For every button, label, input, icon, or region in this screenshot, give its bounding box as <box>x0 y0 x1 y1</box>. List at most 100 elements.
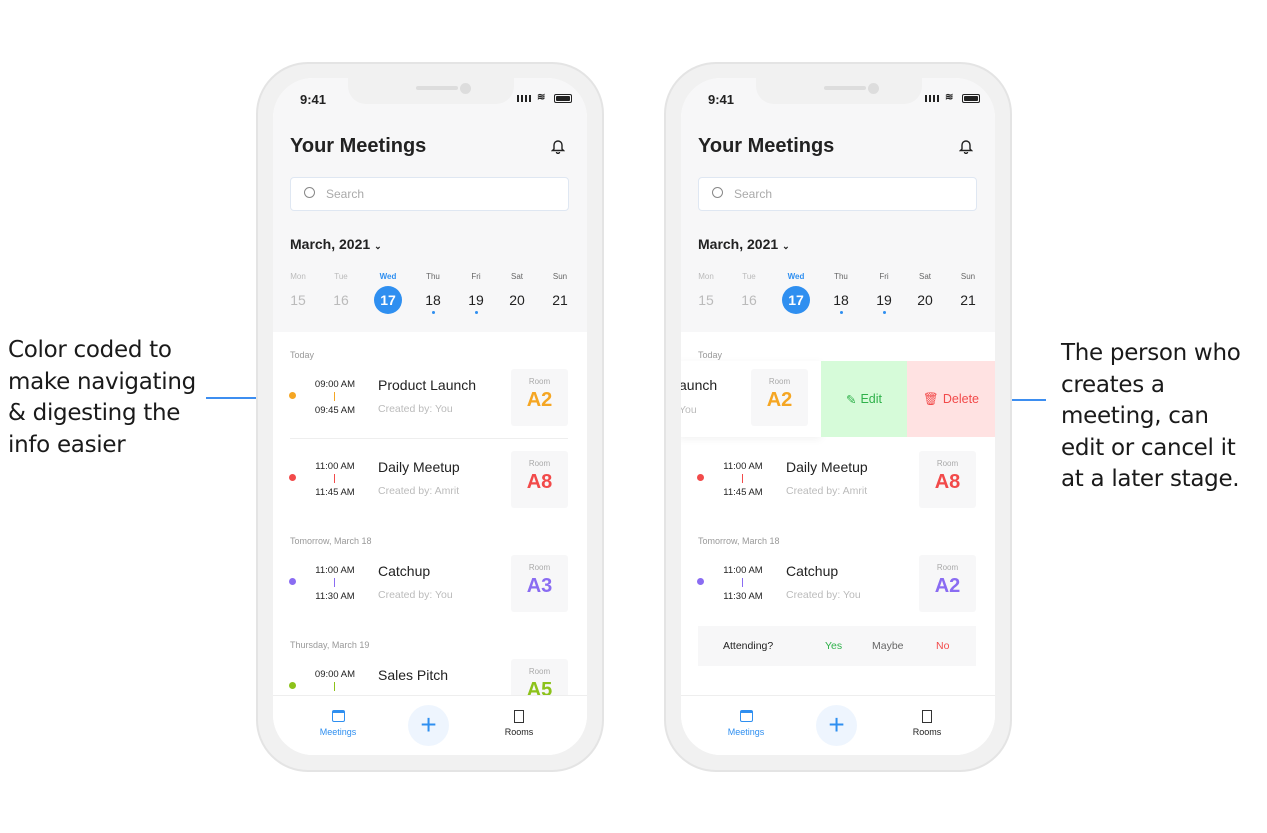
meeting-title[interactable]: Daily Meetup <box>378 459 460 475</box>
annotation-line: creates a <box>1061 371 1165 398</box>
add-meeting-button[interactable]: + <box>816 705 857 746</box>
day-19[interactable]: 19 <box>461 292 491 308</box>
day-20[interactable]: 20 <box>502 292 532 308</box>
annotation-line: edit or cancel it <box>1061 434 1236 461</box>
room-badge[interactable]: Room A2 <box>751 369 808 426</box>
created-by: Created by: Amrit <box>786 485 868 497</box>
room-label: Room <box>528 563 551 572</box>
day-20[interactable]: 20 <box>910 292 940 308</box>
day-16[interactable]: 16 <box>734 292 764 308</box>
day-name: Thu <box>426 272 440 281</box>
meeting-title[interactable]: Sales Pitch <box>378 667 448 683</box>
speaker <box>416 86 458 90</box>
event-dot-icon <box>474 311 478 314</box>
search-placeholder: Search <box>326 187 365 201</box>
phone-right: 9:41 ≋ Your Meetings Search March, 2021 ⌄ Mon 1… <box>664 62 1012 772</box>
meeting-title[interactable]: Catchup <box>786 563 838 579</box>
room-badge[interactable]: Room A2 <box>919 555 976 612</box>
month-selector[interactable]: March, 2021 ⌄ <box>290 236 382 252</box>
time-connector <box>742 578 743 587</box>
yes-button[interactable]: Yes <box>825 640 842 652</box>
page-title: Your Meetings <box>698 135 835 157</box>
maybe-button[interactable]: Maybe <box>872 640 904 652</box>
bottom-nav: Meetings + Rooms <box>681 695 995 755</box>
day-18[interactable]: 18 <box>826 292 856 308</box>
section-tomorrow: Tomorrow, March 18 <box>290 536 372 546</box>
annotation-line: meeting, can <box>1061 403 1209 429</box>
nav-meetings-label: Meetings <box>319 727 357 737</box>
wifi-icon: ≋ <box>537 92 546 103</box>
camera <box>460 83 471 94</box>
no-button[interactable]: No <box>936 640 949 652</box>
room-badge[interactable]: Room A8 <box>511 451 568 508</box>
search-icon <box>304 187 315 198</box>
room-code: A2 <box>526 389 553 411</box>
created-by: Created by: You <box>378 403 453 415</box>
swiped-meeting-card[interactable]: aunch You Room A2 <box>681 361 821 437</box>
day-17[interactable]: 17 <box>781 292 811 308</box>
trash-icon: 🗑 <box>922 391 939 406</box>
month-selector[interactable]: March, 2021 ⌄ <box>698 236 790 252</box>
room-badge[interactable]: Room A3 <box>511 555 568 612</box>
camera <box>868 83 879 94</box>
battery-icon <box>554 94 572 103</box>
nav-meetings[interactable]: Meetings <box>308 710 368 737</box>
meeting-title[interactable]: Catchup <box>378 563 430 579</box>
start-time: 09:00 AM <box>314 379 356 390</box>
room-badge[interactable]: Room A8 <box>919 451 976 508</box>
start-time: 11:00 AM <box>315 461 355 472</box>
speaker <box>824 86 866 90</box>
nav-rooms[interactable]: Rooms <box>489 710 549 737</box>
bell-icon[interactable] <box>958 138 974 159</box>
day-19[interactable]: 19 <box>869 292 899 308</box>
month-label: March, 2021 <box>698 236 779 252</box>
nav-rooms[interactable]: Rooms <box>897 710 957 737</box>
day-18[interactable]: 18 <box>418 292 448 308</box>
room-label: Room <box>528 377 551 386</box>
search-placeholder: Search <box>734 187 773 201</box>
room-badge[interactable]: Room A2 <box>511 369 568 426</box>
plus-icon: + <box>828 709 845 740</box>
edit-button[interactable]: ✎ Edit <box>821 361 907 437</box>
room-label: Room <box>936 563 959 572</box>
day-15[interactable]: 15 <box>691 292 721 308</box>
bell-icon[interactable] <box>550 138 566 159</box>
door-icon <box>922 710 932 723</box>
room-label: Room <box>528 667 551 676</box>
day-16[interactable]: 16 <box>326 292 356 308</box>
section-today: Today <box>290 350 315 360</box>
signal-icon <box>517 95 531 102</box>
meeting-title: aunch <box>681 377 718 393</box>
search-input[interactable]: Search <box>698 177 977 211</box>
screen: 9:41 ≋ Your Meetings Search March, 2021 ⌄ Mon 1… <box>681 78 995 755</box>
page-title: Your Meetings <box>290 135 427 157</box>
room-code: A8 <box>934 471 961 493</box>
day-21[interactable]: 21 <box>545 292 575 308</box>
delete-button[interactable]: 🗑 Delete <box>907 361 995 437</box>
day-17[interactable]: 17 <box>373 292 403 308</box>
time-connector <box>334 392 335 401</box>
annotation-line: at a later stage. <box>1061 466 1240 492</box>
nav-meetings-label: Meetings <box>727 727 765 737</box>
nav-meetings[interactable]: Meetings <box>716 710 776 737</box>
meeting-title[interactable]: Product Launch <box>378 377 476 393</box>
search-input[interactable]: Search <box>290 177 569 211</box>
day-name: Tue <box>742 272 756 281</box>
status-time: 9:41 <box>300 92 327 107</box>
meeting-title[interactable]: Daily Meetup <box>786 459 868 475</box>
end-time: 11:30 AM <box>315 591 355 602</box>
nav-rooms-label: Rooms <box>912 727 942 737</box>
chevron-down-icon: ⌄ <box>374 241 382 251</box>
day-name: Sun <box>552 272 568 281</box>
add-meeting-button[interactable]: + <box>408 705 449 746</box>
delete-label: Delete <box>942 392 979 406</box>
start-time: 11:00 AM <box>723 565 763 576</box>
chevron-down-icon: ⌄ <box>782 241 790 251</box>
day-15[interactable]: 15 <box>283 292 313 308</box>
day-name: Mon <box>698 272 714 281</box>
battery-level <box>964 96 978 101</box>
time-connector <box>334 578 335 587</box>
room-code: A2 <box>766 389 793 411</box>
day-21[interactable]: 21 <box>953 292 983 308</box>
day-name: Mon <box>290 272 306 281</box>
